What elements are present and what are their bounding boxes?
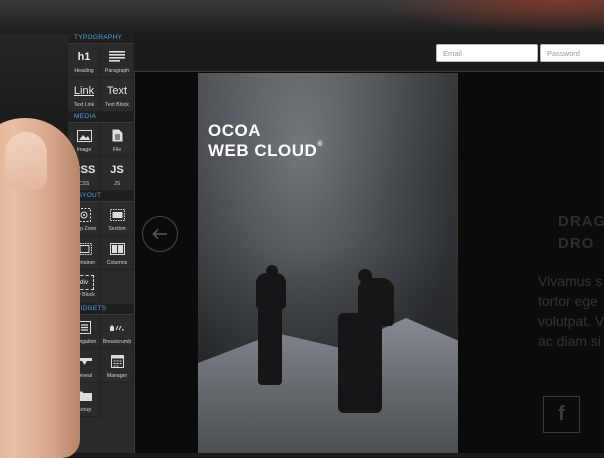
- div-block-glyph: div: [79, 279, 89, 286]
- previous-slide-button[interactable]: [142, 216, 178, 252]
- climber-silhouette: [256, 273, 286, 309]
- breadcrumb-icon: [109, 319, 125, 337]
- headline-line-2: DRO: [558, 235, 595, 252]
- content-panel: DRAG DRO Vivamus s tortor ege volutpat. …: [458, 73, 604, 453]
- text-block-icon: Text: [106, 84, 128, 97]
- registered-mark: ®: [317, 141, 323, 148]
- palette-tile-file[interactable]: File: [101, 123, 134, 157]
- climber-head: [266, 265, 278, 277]
- tile-label: CSS: [78, 180, 90, 187]
- palette-tile-section[interactable]: Section: [101, 202, 134, 236]
- section-header-typography: TYPOGRAPHY: [68, 33, 134, 44]
- facebook-button[interactable]: f: [543, 396, 580, 433]
- columns-icon: [109, 240, 125, 258]
- arrow-left-icon: [152, 228, 167, 240]
- section-icon: [109, 206, 125, 224]
- body-text-line: volutpat. V: [538, 313, 604, 329]
- tile-label: Text Link: [73, 101, 95, 108]
- hero-image-mountaineers: OCOA WEB CLOUD®: [198, 73, 458, 453]
- palette-tile-paragraph[interactable]: Paragraph: [101, 44, 134, 78]
- palette-tile-columns[interactable]: Columns: [101, 236, 134, 270]
- tile-label: Columns: [106, 259, 128, 266]
- brand-title-text: WEB CLOUD: [208, 141, 318, 160]
- tile-label: Heading: [74, 67, 94, 74]
- tile-label: File: [112, 146, 122, 153]
- palette-tile-heading[interactable]: h1 Heading: [68, 44, 101, 78]
- climber-body: [338, 313, 382, 413]
- body-text-line: ac diam si: [538, 333, 602, 349]
- section-header-media: MEDIA: [68, 112, 134, 123]
- brand-title-line-1: OCOA: [208, 121, 261, 140]
- tile-label: Manager: [106, 372, 128, 379]
- tablet-screen: TYPOGRAPHY h1 Heading Paragraph Link Tex…: [68, 33, 604, 453]
- password-field[interactable]: [540, 44, 604, 62]
- email-field[interactable]: [436, 44, 538, 62]
- manager-icon: [110, 353, 124, 371]
- climber-body: [258, 305, 282, 385]
- top-login-bar: [134, 33, 604, 72]
- palette-tile-text-link[interactable]: Link Text Link: [68, 78, 101, 112]
- tile-label: Image: [76, 146, 92, 153]
- tile-label: JS: [113, 180, 121, 187]
- climber-head: [358, 269, 372, 283]
- headline-line-1: DRAG: [558, 213, 604, 230]
- tile-label: Paragraph: [104, 67, 130, 74]
- tile-label: Text Block: [105, 101, 129, 108]
- snow-slope: [198, 318, 458, 453]
- image-icon: [76, 127, 92, 145]
- body-text-line: Vivamus s: [538, 273, 603, 289]
- tile-label: Section: [108, 225, 126, 232]
- palette-tile-text-block[interactable]: Text Text Block: [101, 78, 134, 112]
- palette-tile-breadcrumb[interactable]: Breadcrumb: [101, 315, 134, 349]
- thumbnail: [5, 132, 47, 190]
- file-icon: [112, 127, 123, 145]
- brand-title-line-2: WEB CLOUD®: [208, 141, 323, 161]
- paragraph-icon: [109, 48, 125, 66]
- heading-icon: h1: [77, 50, 91, 63]
- js-icon: JS: [110, 163, 124, 176]
- body-text-line: tortor ege: [538, 293, 598, 309]
- reflection-glare: [380, 0, 604, 34]
- tile-label: Breadcrumb: [102, 338, 132, 345]
- facebook-icon: f: [558, 403, 565, 425]
- text-link-icon: Link: [73, 84, 95, 97]
- palette-tile-manager[interactable]: Manager: [101, 349, 134, 383]
- palette-tile-js[interactable]: JS JS: [101, 157, 134, 191]
